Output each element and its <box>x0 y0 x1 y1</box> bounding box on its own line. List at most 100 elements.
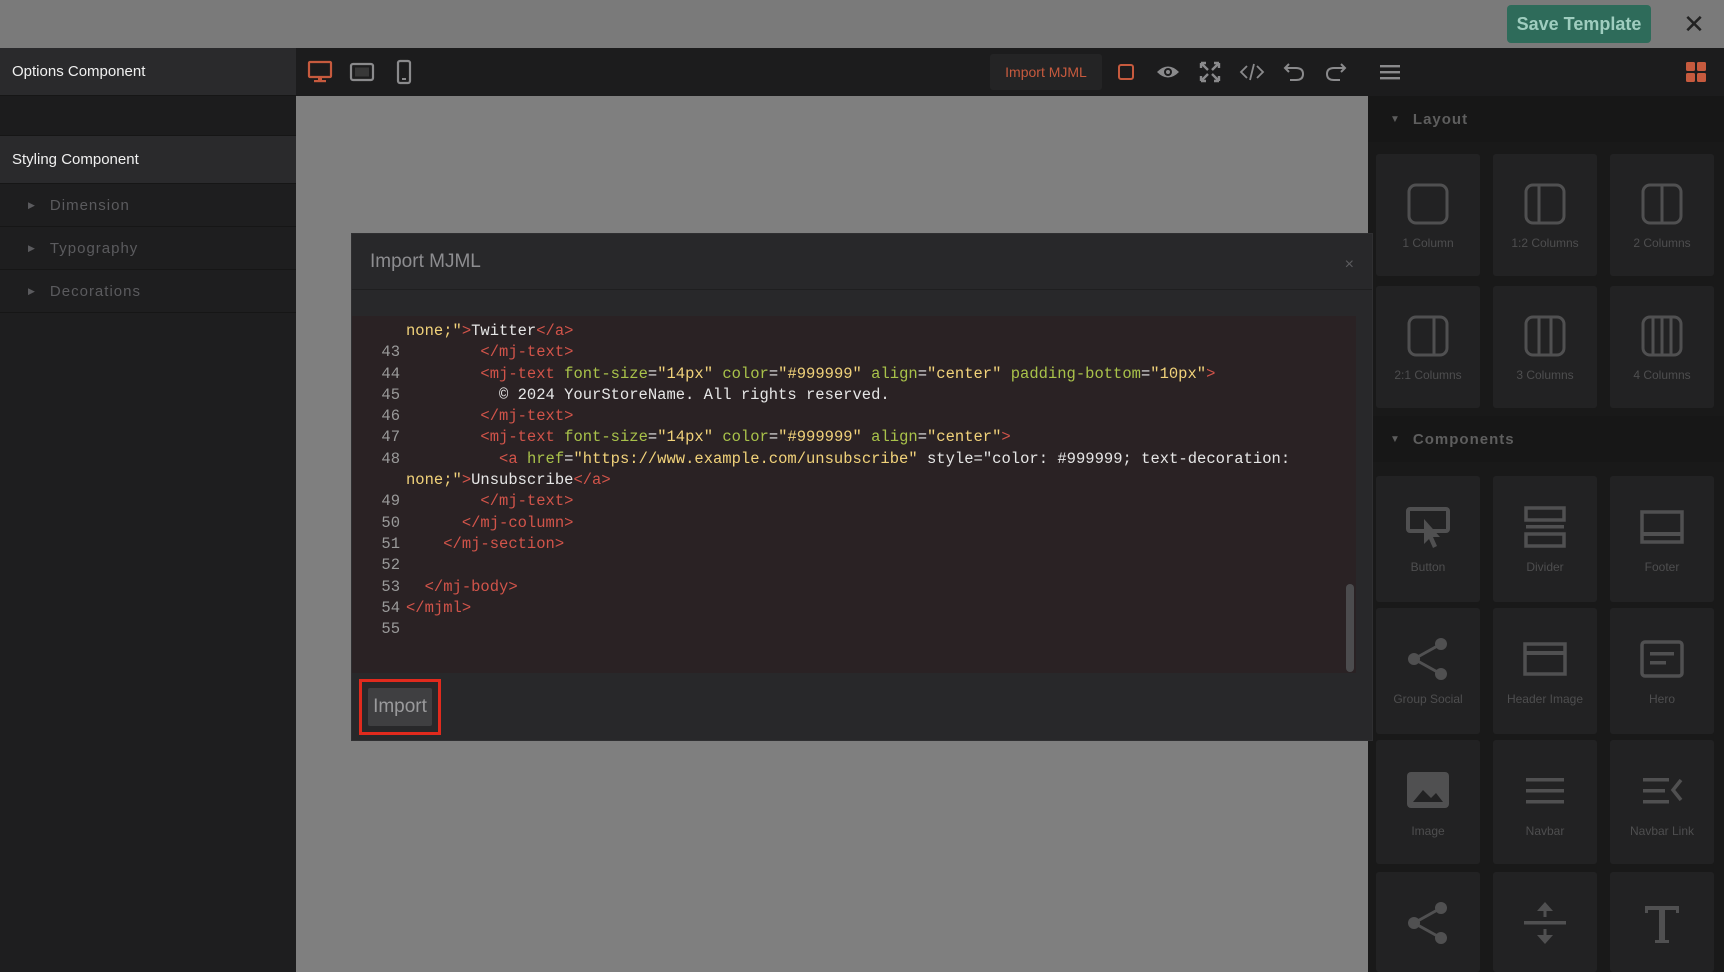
line-number: 53 <box>381 578 400 596</box>
block-header-image[interactable]: Header Image <box>1493 608 1597 734</box>
line-number: 51 <box>381 535 400 553</box>
code-line: 52 <box>352 554 406 577</box>
category-components[interactable]: ▼ Components <box>1368 416 1724 462</box>
caret-right-icon: ▶ <box>28 242 36 253</box>
fullscreen-icon[interactable] <box>1196 58 1224 86</box>
two-one-columns-icon <box>1407 315 1449 357</box>
left-panel: Options Component Styling Component ▶ Di… <box>0 48 296 972</box>
block-label: Image <box>1411 824 1445 838</box>
block-navbar[interactable]: Navbar <box>1493 740 1597 864</box>
footer-icon <box>1640 510 1684 544</box>
code-line: 53 </mj-body> <box>352 576 518 599</box>
options-component-title[interactable]: Options Component <box>0 48 296 96</box>
code-text: none;">Twitter</a> <box>406 322 574 340</box>
block-1-column[interactable]: 1 Column <box>1376 154 1480 276</box>
code-line: 44 <mj-text font-size="14px" color="#999… <box>352 363 1215 386</box>
divider-icon <box>1524 506 1566 548</box>
undo-icon[interactable] <box>1280 58 1308 86</box>
styling-component-title[interactable]: Styling Component <box>0 136 296 184</box>
section-dimension[interactable]: ▶ Dimension <box>0 184 296 227</box>
two-columns-icon <box>1641 183 1683 225</box>
square-outline-icon[interactable] <box>1112 58 1140 86</box>
import-button[interactable]: Import <box>368 688 432 726</box>
close-icon[interactable]: ✕ <box>1680 10 1708 38</box>
block-label: Navbar Link <box>1629 824 1695 838</box>
redo-icon[interactable] <box>1322 58 1350 86</box>
line-number: 50 <box>381 514 400 532</box>
eye-icon[interactable] <box>1154 58 1182 86</box>
mjml-code-editor[interactable]: none;">Twitter</a> 43 </mj-text> 44 <mj-te… <box>352 316 1356 673</box>
block-1-2-columns[interactable]: 1:2 Columns <box>1493 154 1597 276</box>
code-scrollbar-thumb[interactable] <box>1346 584 1354 672</box>
block-text[interactable] <box>1610 872 1714 972</box>
code-icon[interactable] <box>1238 58 1266 86</box>
mobile-icon[interactable] <box>390 58 418 86</box>
top-bar: Save Template ✕ <box>0 0 1724 48</box>
grid-icon[interactable] <box>1682 58 1710 86</box>
share-icon <box>1408 638 1447 680</box>
code-text: </mj-text> <box>480 343 574 361</box>
code-text: © 2024 YourStoreName. All rights reserve… <box>406 386 890 404</box>
code-line: 49 </mj-text> <box>352 490 573 513</box>
block-label: 2 Columns <box>1633 236 1691 250</box>
block-label: 1 Column <box>1402 236 1454 250</box>
block-label: 4 Columns <box>1633 368 1691 382</box>
block-group-social[interactable]: Group Social <box>1376 608 1480 734</box>
code-line: 45 © 2024 YourStoreName. All rights rese… <box>352 384 890 407</box>
block-label: Divider <box>1526 560 1564 574</box>
three-columns-icon <box>1524 315 1566 357</box>
category-label: Components <box>1412 430 1515 448</box>
category-layout[interactable]: ▼ Layout <box>1368 96 1724 142</box>
menu-icon[interactable] <box>1376 58 1404 86</box>
code-text: </mj-text> <box>480 407 574 425</box>
code-text: </mj-body> <box>424 578 518 596</box>
tablet-icon[interactable] <box>348 58 376 86</box>
block-hero[interactable]: Hero <box>1610 608 1714 734</box>
block-footer[interactable]: Footer <box>1610 476 1714 602</box>
code-line: 54 </mjml> <box>352 597 471 620</box>
block-label: Navbar <box>1525 824 1565 838</box>
block-2-1-columns[interactable]: 2:1 Columns <box>1376 286 1480 408</box>
code-text: </mj-text> <box>480 492 574 510</box>
hero-icon <box>1640 640 1684 678</box>
editor-toolbar: Import MJML <box>296 48 1724 96</box>
code-text: <a href="https://www.example.com/unsubsc… <box>499 450 1291 468</box>
code-text: <mj-text font-size="14px" color="#999999… <box>480 365 1216 383</box>
desktop-icon[interactable] <box>306 58 334 86</box>
text-icon <box>1645 906 1679 943</box>
one-two-columns-icon <box>1524 183 1566 225</box>
section-decorations[interactable]: ▶ Decorations <box>0 270 296 313</box>
block-3-columns[interactable]: 3 Columns <box>1493 286 1597 408</box>
close-icon[interactable]: × <box>1345 256 1354 274</box>
one-column-icon <box>1407 183 1449 225</box>
caret-down-icon: ▼ <box>1390 433 1401 445</box>
section-typography[interactable]: ▶ Typography <box>0 227 296 270</box>
line-number: 44 <box>381 365 400 383</box>
code-line: 55 <box>352 618 406 641</box>
block-label: 2:1 Columns <box>1394 368 1462 382</box>
line-number: 54 <box>381 599 400 617</box>
caret-down-icon: ▼ <box>1390 113 1401 125</box>
four-columns-icon <box>1641 315 1683 357</box>
block-button[interactable]: Button <box>1376 476 1480 602</box>
block-2-columns[interactable]: 2 Columns <box>1610 154 1714 276</box>
code-text: </mj-section> <box>443 535 565 553</box>
code-line: 50 </mj-column> <box>352 512 573 535</box>
code-line: 47 <mj-text font-size="14px" color="#999… <box>352 426 1010 449</box>
block-spacer[interactable] <box>1493 872 1597 972</box>
import-mjml-modal: Import MJML × none;">Twitter</a> 43 </mj-… <box>352 234 1372 740</box>
line-number: 49 <box>381 492 400 510</box>
block-divider[interactable]: Divider <box>1493 476 1597 602</box>
block-image[interactable]: Image <box>1376 740 1480 864</box>
code-line: none;">Unsubscribe</a> <box>352 469 611 492</box>
block-social-element[interactable] <box>1376 872 1480 972</box>
import-mjml-button[interactable]: Import MJML <box>990 54 1102 90</box>
code-line: 46 </mj-text> <box>352 405 573 428</box>
save-template-button[interactable]: Save Template <box>1507 5 1651 43</box>
section-label: Typography <box>49 239 139 257</box>
share-icon <box>1408 902 1447 944</box>
block-4-columns[interactable]: 4 Columns <box>1610 286 1714 408</box>
button-icon <box>1406 507 1450 548</box>
block-navbar-link[interactable]: Navbar Link <box>1610 740 1714 864</box>
code-text: none;">Unsubscribe</a> <box>406 471 611 489</box>
